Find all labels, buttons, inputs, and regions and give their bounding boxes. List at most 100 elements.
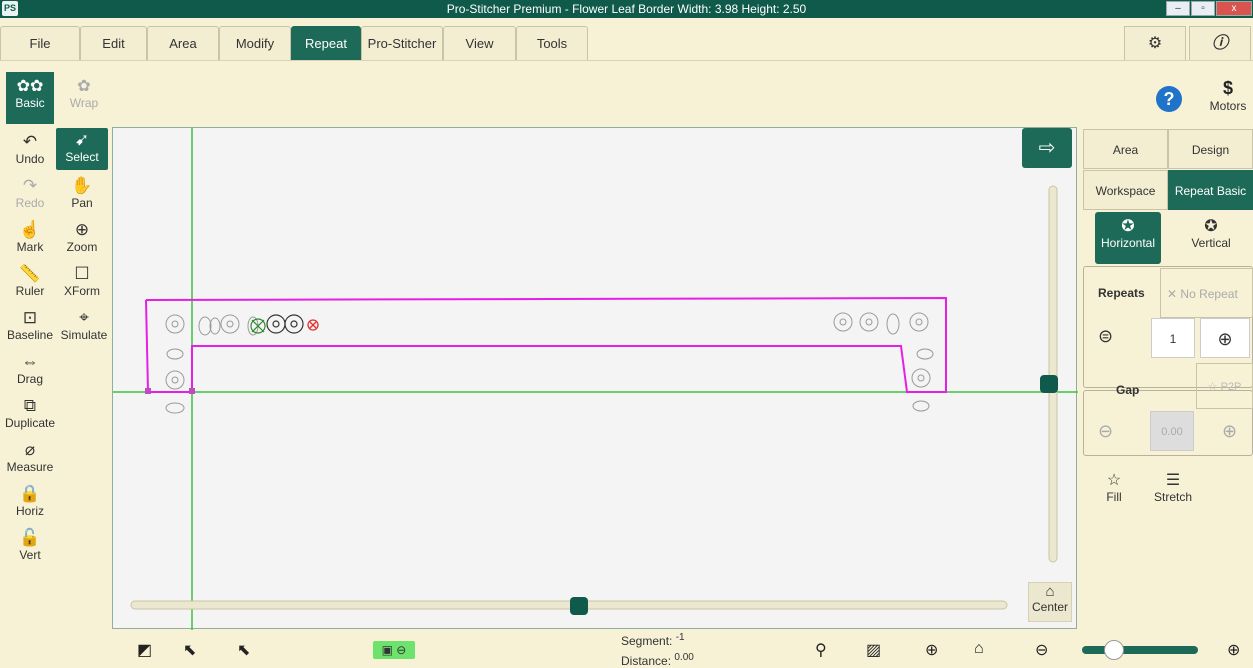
flower-grid-icon: ✿✿ — [16, 78, 44, 95]
stretch-button[interactable]: ☰ Stretch — [1150, 470, 1196, 504]
window-title: Pro-Stitcher Premium - Flower Leaf Borde… — [446, 2, 807, 16]
horizontal-scroll-track — [130, 600, 1008, 610]
tab-repeat[interactable]: Repeat — [291, 26, 361, 60]
vertical-scroll-thumb[interactable] — [1040, 375, 1058, 393]
mode-toolbar — [0, 60, 1253, 126]
horiz-lock-button[interactable]: 🔒 Horiz — [4, 482, 56, 524]
measure-icon: ⌀ — [24, 440, 36, 459]
tab-file[interactable]: File — [0, 26, 80, 60]
zoom-icon: ⊕ — [74, 220, 90, 239]
title-bar: Pro-Stitcher Premium - Flower Leaf Borde… — [0, 0, 1253, 18]
info-icon[interactable]: ⓘ — [1189, 26, 1251, 60]
vert-lock-button[interactable]: 🔓 Vert — [4, 526, 56, 568]
tab-area[interactable]: Area — [147, 26, 219, 60]
mode-wrap-button[interactable]: ✿ Wrap — [60, 72, 108, 124]
boundary-handle — [145, 388, 151, 394]
stitch-toggle-button[interactable]: ▣ ⊖ — [373, 641, 415, 659]
increase-gap-icon[interactable]: ⊕ — [1222, 421, 1237, 442]
home-view-icon[interactable]: ⌂ — [974, 640, 984, 658]
area-boundary — [145, 296, 947, 393]
close-button[interactable]: x — [1216, 1, 1252, 16]
ruler-icon: 📏 — [19, 264, 41, 283]
drag-icon: ⇔ — [21, 352, 39, 371]
zoom-button[interactable]: ⊕ Zoom — [56, 218, 108, 260]
select-box-icon[interactable]: ◩ — [137, 640, 152, 660]
hand-icon: ✋ — [71, 176, 93, 195]
baseline-button[interactable]: ⊡ Baseline — [2, 306, 58, 348]
mark-pointer-icon: ☝ — [19, 220, 41, 239]
undo-button[interactable]: ↶ Undo — [4, 130, 56, 172]
redo-button[interactable]: ↷ Redo — [4, 174, 56, 216]
vertical-repeat-button[interactable]: ✪ Vertical — [1178, 212, 1244, 264]
no-repeat-icon: ✕ — [1167, 287, 1178, 301]
motors-button[interactable]: $ Motors — [1205, 78, 1251, 113]
select-button[interactable]: ➹ Select — [56, 128, 108, 170]
fill-icon: ☆ — [1106, 472, 1122, 489]
distance-readout: Distance: 0.00 — [621, 652, 694, 668]
flower-grid-icon: ✿ — [77, 78, 91, 95]
canvas-drawing — [113, 128, 1078, 630]
tab-tools[interactable]: Tools — [516, 26, 588, 60]
p2p-icon: ☆ — [1207, 381, 1218, 393]
select-point-icon[interactable]: ⬉ — [183, 640, 196, 660]
mode-basic-label: Basic — [15, 96, 45, 110]
zoom-out-icon[interactable]: ⊖ — [1035, 640, 1048, 660]
repeats-label: Repeats — [1098, 286, 1145, 300]
drag-button[interactable]: ⇔ Drag — [4, 350, 56, 392]
boundary-handle — [189, 388, 195, 394]
tab-modify[interactable]: Modify — [219, 26, 291, 60]
redo-icon: ↷ — [22, 176, 38, 195]
tab-view[interactable]: View — [443, 26, 516, 60]
next-arrow-button[interactable]: ⇨ — [1022, 128, 1072, 168]
fill-button[interactable]: ☆ Fill — [1096, 470, 1132, 504]
vertical-repeat-icon: ✪ — [1204, 218, 1218, 235]
zoom-image-icon[interactable]: ▨ — [866, 640, 881, 660]
deselect-icon[interactable]: ⬉ — [237, 640, 250, 660]
repeats-value[interactable]: 1 — [1151, 318, 1195, 358]
tab-edit[interactable]: Edit — [80, 26, 147, 60]
zoom-fit-icon[interactable]: ⚲ — [815, 640, 827, 660]
xform-button[interactable]: ☐ XForm — [56, 262, 108, 304]
gap-value[interactable]: 0.00 — [1150, 411, 1194, 451]
duplicate-button[interactable]: ⧉ Duplicate — [2, 394, 58, 436]
home-icon: ⌂ — [1045, 583, 1055, 600]
lock-icon: 🔒 — [19, 484, 41, 503]
measure-button[interactable]: ⌀ Measure — [2, 438, 58, 480]
unlock-icon: 🔓 — [19, 528, 41, 547]
zoom-in-icon[interactable]: ⊕ — [1227, 640, 1240, 660]
app-icon: PS — [2, 1, 18, 16]
motors-icon: $ — [1222, 78, 1233, 98]
ruler-button[interactable]: 📏 Ruler — [4, 262, 56, 304]
duplicate-icon: ⧉ — [23, 396, 37, 415]
motors-label: Motors — [1209, 99, 1247, 113]
start-marker-flower — [250, 318, 266, 334]
horizontal-repeat-button[interactable]: ✪ Horizontal — [1095, 212, 1161, 264]
no-repeat-button[interactable]: ✕ No Repeat — [1160, 268, 1253, 318]
mode-basic-button[interactable]: ✿✿ Basic — [6, 72, 54, 124]
design-canvas[interactable] — [112, 127, 1078, 630]
decrease-gap-icon[interactable]: ⊖ — [1098, 421, 1113, 442]
gap-title: Gap — [1116, 383, 1140, 397]
pan-button[interactable]: ✋ Pan — [56, 174, 108, 216]
mark-button[interactable]: ☝ Mark — [4, 218, 56, 260]
tab-workspace[interactable]: Workspace — [1083, 170, 1168, 210]
center-button[interactable]: ⌂ Center — [1028, 582, 1072, 622]
tab-pro-stitcher[interactable]: Pro-Stitcher — [361, 26, 443, 60]
settings-gear-icon[interactable]: ⚙ — [1124, 26, 1186, 60]
increase-repeats-icon[interactable]: ⊕ — [1200, 318, 1250, 358]
tab-area-right[interactable]: Area — [1083, 129, 1168, 169]
vertical-scroll-track — [1048, 185, 1058, 563]
zoom-slider-track[interactable] — [1082, 646, 1198, 654]
decrease-repeats-icon[interactable]: ⊜ — [1098, 326, 1113, 347]
tab-repeat-basic[interactable]: Repeat Basic — [1168, 170, 1253, 210]
tab-design[interactable]: Design — [1168, 129, 1253, 169]
zoom-actual-icon[interactable]: ⊕ — [925, 640, 938, 660]
maximize-button[interactable]: ▫ — [1191, 1, 1215, 16]
simulate-button[interactable]: ⌖ Simulate — [58, 306, 110, 348]
horizontal-scroll-thumb[interactable] — [570, 597, 588, 615]
help-icon[interactable]: ? — [1156, 86, 1182, 112]
minimize-button[interactable]: – — [1166, 1, 1190, 16]
simulate-icon: ⌖ — [79, 308, 89, 327]
undo-icon: ↶ — [22, 132, 38, 151]
p2p-button[interactable]: ☆ P2P — [1196, 363, 1253, 409]
